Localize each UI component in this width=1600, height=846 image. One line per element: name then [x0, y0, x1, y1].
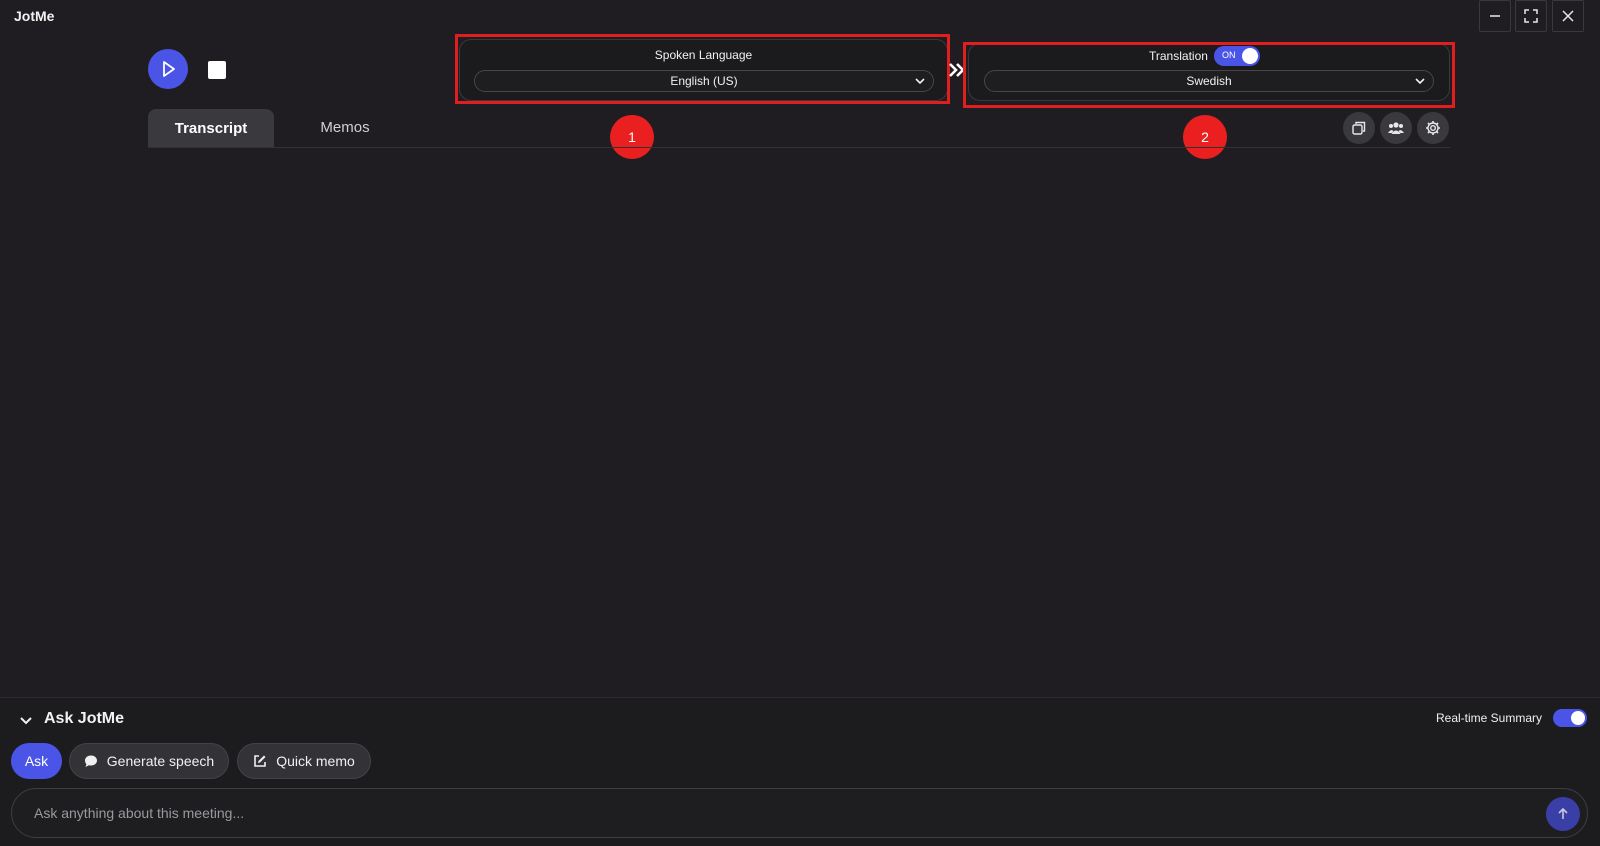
arrow-up-icon	[1558, 807, 1568, 819]
minimize-button[interactable]	[1479, 0, 1511, 32]
generate-speech-label: Generate speech	[106, 753, 215, 769]
fullscreen-icon	[1524, 9, 1538, 23]
settings-button[interactable]	[1417, 112, 1449, 144]
people-icon	[1388, 122, 1404, 134]
annotation-frame-2	[963, 42, 1455, 108]
realtime-summary-toggle[interactable]	[1553, 709, 1587, 727]
realtime-summary-label: Real-time Summary	[1436, 711, 1543, 725]
close-icon	[1562, 10, 1574, 22]
copy-icon	[1352, 121, 1366, 135]
app-title: JotMe	[14, 8, 55, 24]
send-button[interactable]	[1546, 797, 1580, 831]
chevron-down-icon[interactable]	[20, 716, 32, 726]
gear-icon	[1426, 121, 1440, 135]
ask-button[interactable]: Ask	[11, 743, 62, 779]
tab-transcript[interactable]: Transcript	[148, 109, 274, 147]
edit-icon	[254, 755, 267, 767]
generate-speech-button[interactable]: Generate speech	[69, 743, 229, 779]
quick-memo-label: Quick memo	[276, 753, 355, 769]
toggle-knob	[1571, 711, 1585, 725]
ask-panel-title: Ask JotMe	[44, 710, 125, 727]
speakers-button[interactable]	[1380, 112, 1412, 144]
minimize-icon	[1490, 15, 1500, 17]
ask-input[interactable]: Ask anything about this meeting...	[11, 788, 1588, 838]
quick-memo-button[interactable]: Quick memo	[237, 743, 371, 779]
play-button[interactable]	[148, 49, 188, 89]
fullscreen-button[interactable]	[1515, 0, 1547, 32]
annotation-frame-1	[455, 34, 950, 104]
speech-bubble-icon	[84, 755, 97, 767]
transcript-area	[148, 150, 1450, 690]
tab-divider	[148, 147, 1450, 148]
stop-button[interactable]	[208, 61, 226, 79]
copy-button[interactable]	[1343, 112, 1375, 144]
tab-memos[interactable]: Memos	[300, 119, 390, 136]
play-icon	[163, 61, 175, 77]
close-window-button[interactable]	[1552, 0, 1584, 32]
